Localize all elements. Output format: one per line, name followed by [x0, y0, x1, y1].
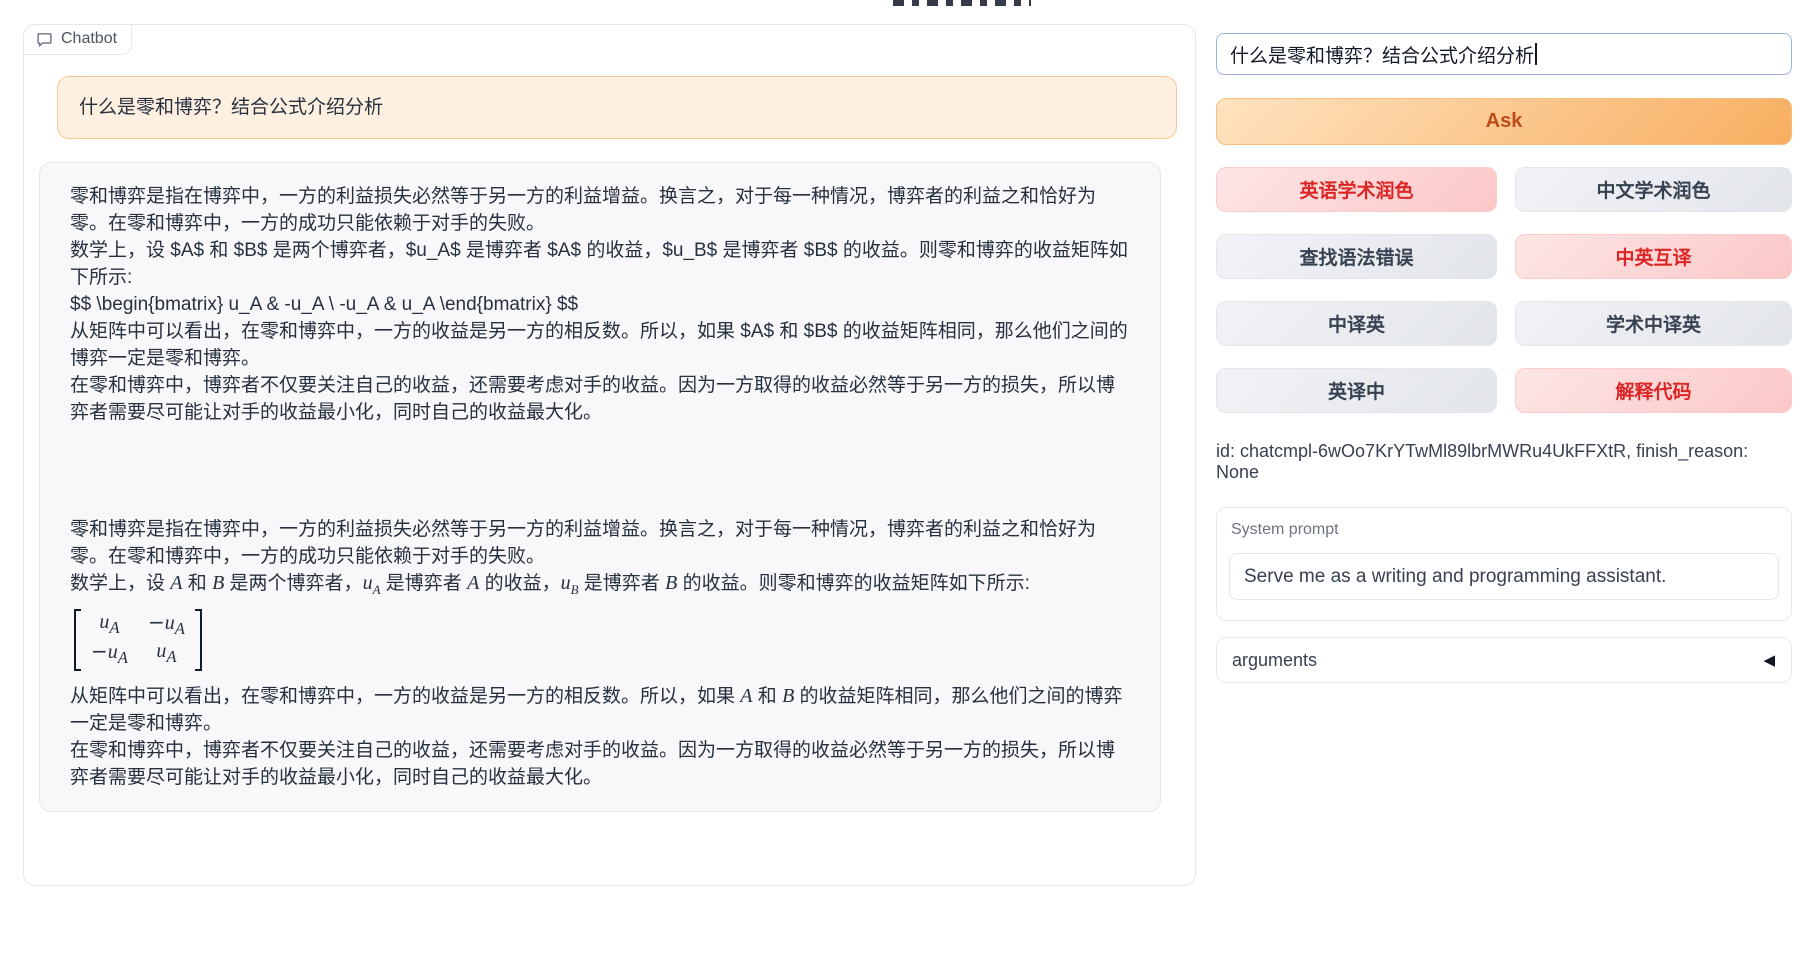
quick-button-en-to-zh-translate[interactable]: 英译中	[1216, 368, 1497, 413]
accordion-collapse-icon: ◀	[1763, 651, 1775, 669]
math-variable: A	[467, 572, 479, 594]
quick-button-zh-en-mutual-translate[interactable]: 中英互译	[1515, 234, 1792, 279]
bot-paragraph: 零和博弈是指在博弈中，一方的利益损失必然等于另一方的利益增益。换言之，对于每一种…	[70, 516, 1130, 570]
math-variable: A	[170, 572, 182, 594]
matrix-left-bracket	[74, 609, 81, 671]
question-input[interactable]: 什么是零和博弈？结合公式介绍分析	[1216, 33, 1792, 75]
bot-raw-block: 零和博弈是指在博弈中，一方的利益损失必然等于另一方的利益增益。换言之，对于每一种…	[70, 183, 1130, 426]
quick-button-explain-code[interactable]: 解释代码	[1515, 368, 1792, 413]
bot-math-paragraph: 数学上，设 A 和 B 是两个博弈者，uA 是博弈者 A 的收益，uB 是博弈者…	[70, 570, 1130, 603]
arguments-accordion-header[interactable]: arguments ◀	[1216, 637, 1792, 683]
matrix-cell: uA	[91, 611, 128, 640]
arguments-accordion-label: arguments	[1232, 650, 1317, 671]
matrix-cell: −uA	[148, 611, 185, 640]
bot-paragraph: 在零和博弈中，博弈者不仅要关注自己的收益，还需要考虑对手的收益。因为一方取得的收…	[70, 372, 1130, 426]
system-prompt-label: System prompt	[1229, 521, 1779, 539]
bot-math-paragraph: 从矩阵中可以看出，在零和博弈中，一方的收益是另一方的相反数。所以，如果 A 和 …	[70, 683, 1130, 737]
user-message-bubble: 什么是零和博弈？结合公式介绍分析	[57, 76, 1177, 139]
quick-button-chinese-academic-polish[interactable]: 中文学术润色	[1515, 167, 1792, 212]
bot-rendered-block: 零和博弈是指在博弈中，一方的利益损失必然等于另一方的利益增益。换言之，对于每一种…	[70, 516, 1130, 791]
bot-paragraph: 零和博弈是指在博弈中，一方的利益损失必然等于另一方的利益增益。换言之，对于每一种…	[70, 183, 1130, 237]
bot-paragraph: 数学上，设 $A$ 和 $B$ 是两个博弈者，$u_A$ 是博弈者 $A$ 的收…	[70, 237, 1130, 291]
bot-paragraph: 从矩阵中可以看出，在零和博弈中，一方的收益是另一方的相反数。所以，如果 $A$ …	[70, 318, 1130, 372]
matrix-right-bracket	[195, 609, 202, 671]
response-status-line: id: chatcmpl-6wOo7KrYTwMl89lbrMWRu4UkFFX…	[1216, 441, 1792, 483]
quick-button-academic-zh-to-en-translate[interactable]: 学术中译英	[1515, 301, 1792, 346]
chatbot-label-tab: Chatbot	[23, 24, 132, 55]
math-variable: A	[740, 685, 752, 707]
matrix-cell: uA	[148, 640, 185, 669]
system-prompt-value: Serve me as a writing and programming as…	[1244, 566, 1666, 588]
ask-button[interactable]: Ask	[1216, 98, 1792, 145]
chat-messages: 什么是零和博弈？结合公式介绍分析 零和博弈是指在博弈中，一方的利益损失必然等于另…	[24, 25, 1195, 812]
payoff-matrix: uA−uA−uAuA	[74, 609, 1130, 679]
user-message-text: 什么是零和博弈？结合公式介绍分析	[79, 97, 383, 118]
math-variable: B	[665, 572, 677, 594]
math-variable: B	[212, 572, 224, 594]
question-input-value: 什么是零和博弈？结合公式介绍分析	[1230, 41, 1534, 68]
chatbot-label: Chatbot	[61, 30, 117, 48]
quick-button-english-academic-polish[interactable]: 英语学术润色	[1216, 167, 1497, 212]
quick-button-zh-to-en-translate[interactable]: 中译英	[1216, 301, 1497, 346]
quick-actions-grid: 英语学术润色中文学术润色查找语法错误中英互译中译英学术中译英英译中解释代码	[1216, 167, 1792, 413]
chatbot-panel: Chatbot 什么是零和博弈？结合公式介绍分析 零和博弈是指在博弈中，一方的利…	[23, 24, 1196, 886]
bot-message-bubble: 零和博弈是指在博弈中，一方的利益损失必然等于另一方的利益增益。换言之，对于每一种…	[39, 162, 1161, 812]
system-prompt-input[interactable]: Serve me as a writing and programming as…	[1229, 553, 1779, 600]
bot-paragraph: $$ \begin{bmatrix} u_A & -u_A \ -u_A & u…	[70, 291, 1130, 318]
chat-bubble-icon	[36, 31, 53, 48]
quick-button-find-grammar-errors[interactable]: 查找语法错误	[1216, 234, 1497, 279]
control-column: 什么是零和博弈？结合公式介绍分析 Ask 英语学术润色中文学术润色查找语法错误中…	[1216, 33, 1792, 683]
clipped-page-title	[893, 0, 1031, 6]
math-variable: uB	[561, 572, 579, 594]
math-variable: uA	[363, 572, 381, 594]
system-prompt-group: System prompt Serve me as a writing and …	[1216, 507, 1792, 621]
text-cursor	[1535, 43, 1537, 65]
math-variable: B	[782, 685, 794, 707]
bot-paragraph: 在零和博弈中，博弈者不仅要关注自己的收益，还需要考虑对手的收益。因为一方取得的收…	[70, 737, 1130, 791]
ask-button-label: Ask	[1486, 110, 1523, 133]
matrix-cell: −uA	[91, 640, 128, 669]
